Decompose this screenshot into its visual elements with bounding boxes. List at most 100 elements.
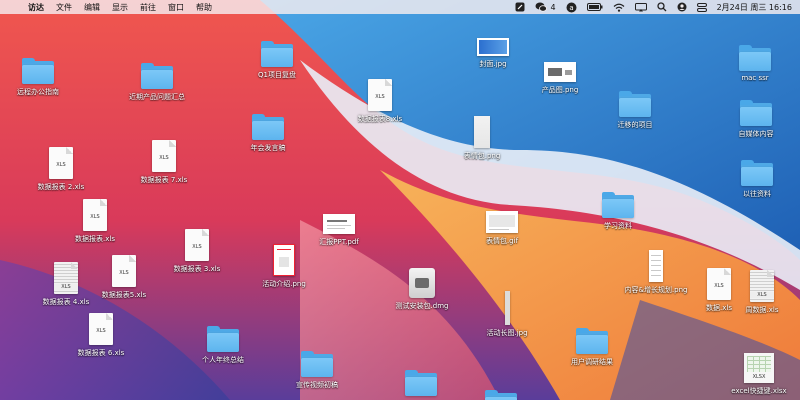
control-center-icon[interactable] xyxy=(696,0,707,14)
folder-icon xyxy=(22,58,54,84)
desktop-item-label: 周数据.xls xyxy=(745,306,779,314)
desktop-item-label: 近期产品问题汇总 xyxy=(129,93,185,101)
wechat-icon[interactable]: 4 xyxy=(535,0,556,14)
desktop-item-label: 以往资料 xyxy=(743,190,771,198)
desktop-item-label: 数据报表 6.xls xyxy=(77,349,125,357)
desktop-item-label: 封面.jpg xyxy=(479,60,507,68)
xls-file-icon: XLS xyxy=(54,262,78,294)
xls-file-icon: XLS xyxy=(750,270,774,302)
desktop-xlsx-file[interactable]: XLSX excel快捷键.xlsx xyxy=(719,349,799,396)
desktop-item-label: 自媒体内容 xyxy=(738,130,774,138)
menu-window[interactable]: 窗口 xyxy=(168,2,184,13)
desktop-item-label: 个人年终总结 xyxy=(202,356,244,364)
desktop-folder[interactable]: 迁移的项目 xyxy=(595,83,675,130)
desktop-pdf-file[interactable]: 汇报PPT.pdf xyxy=(299,200,379,247)
desktop-xls-file[interactable]: XLS 数据报表.xls xyxy=(55,197,135,244)
desktop-folder[interactable]: 远程办公指南 xyxy=(0,50,78,97)
desktop-item-label: 汇报PPT.pdf xyxy=(319,238,359,246)
wechat-count: 4 xyxy=(550,2,556,12)
menu-file[interactable]: 文件 xyxy=(56,2,72,13)
image-thumbnail-icon xyxy=(273,244,295,276)
desktop-item-label: 远程办公指南 xyxy=(17,88,59,96)
desktop-item-label: Q1项目复盘 xyxy=(258,71,296,79)
menu-finder[interactable]: 访达 xyxy=(28,2,44,13)
desktop-image-file[interactable]: 产品图.png xyxy=(520,48,600,95)
desktop-image-file[interactable]: 活动长图.jpg xyxy=(467,291,547,338)
desktop-item-label: 宣传视频初稿 xyxy=(296,381,338,389)
desktop-xls-file[interactable]: XLS 数据报表8.xls xyxy=(340,77,420,124)
pen-icon[interactable] xyxy=(515,0,525,14)
desktop-xls-file[interactable]: XLS 数据报表 2.xls xyxy=(21,145,101,192)
desktop-folder[interactable] xyxy=(381,362,461,396)
desktop-folder[interactable]: mac ssr xyxy=(715,37,795,82)
desktop-item-label: 学习资料 xyxy=(604,222,632,230)
menu-go[interactable]: 前往 xyxy=(140,2,156,13)
desktop-xls-file[interactable]: XLS 数据报表5.xls xyxy=(84,253,164,300)
desktop-folder[interactable]: 个人年终总结 xyxy=(183,318,263,365)
image-thumbnail-icon xyxy=(474,116,490,148)
xls-file-icon: XLS xyxy=(185,229,209,261)
xls-file-icon: XLS xyxy=(112,255,136,287)
image-thumbnail-icon xyxy=(649,250,663,282)
menu-edit[interactable]: 编辑 xyxy=(84,2,100,13)
desktop-item-label: 活动长图.jpg xyxy=(486,329,528,337)
menu-help[interactable]: 帮助 xyxy=(196,2,212,13)
desktop-item-label: 表情包.png xyxy=(463,152,501,160)
image-thumbnail-icon xyxy=(544,62,576,82)
menu-view[interactable]: 显示 xyxy=(112,2,128,13)
desktop-item-label: 年会发言稿 xyxy=(250,144,286,152)
folder-icon xyxy=(207,326,239,352)
desktop-dmg-file[interactable]: 测试安装包.dmg xyxy=(382,264,462,311)
desktop-folder[interactable]: 近期产品问题汇总 xyxy=(117,55,197,102)
desktop-item-label: 数据报表5.xls xyxy=(101,291,147,299)
pdf-thumbnail-icon xyxy=(323,214,355,234)
folder-icon xyxy=(301,351,333,377)
folder-icon xyxy=(252,114,284,140)
desktop-xls-file[interactable]: XLS 数据报表 6.xls xyxy=(61,311,141,358)
desktop-xls-file[interactable]: XLS 数据报表 7.xls xyxy=(124,138,204,185)
desktop-folder[interactable]: 用户调研结果 xyxy=(552,320,632,367)
desktop-folder[interactable]: 学习资料 xyxy=(578,184,658,231)
disk-image-icon xyxy=(409,268,435,298)
desktop-xls-file[interactable]: XLS 数据报表 3.xls xyxy=(157,227,237,274)
desktop-item-label: 数据报表 2.xls xyxy=(37,183,85,191)
desktop-item-label: 数据报表 3.xls xyxy=(173,265,221,273)
xls-file-icon: XLS xyxy=(368,79,392,111)
menu-bar-clock[interactable]: 2月24日 周三 16:16 xyxy=(717,2,792,13)
desktop-xls-file[interactable]: XLS 周数据.xls xyxy=(722,268,800,315)
desktop-image-file[interactable]: 表情包.png xyxy=(442,114,522,161)
desktop-folder[interactable]: 宣传视频初稿 xyxy=(277,343,357,390)
folder-icon xyxy=(740,100,772,126)
xls-file-icon: XLS xyxy=(152,140,176,172)
desktop-image-file[interactable]: 表情包.gif xyxy=(462,199,542,246)
translate-icon[interactable]: a xyxy=(566,0,577,14)
battery-icon[interactable] xyxy=(586,0,603,14)
desktop-folder[interactable] xyxy=(461,390,541,400)
wifi-icon[interactable] xyxy=(613,0,625,14)
xls-file-icon: XLS xyxy=(49,147,73,179)
user-icon[interactable] xyxy=(677,0,687,14)
desktop-folder[interactable]: 年会发言稿 xyxy=(228,106,308,153)
desktop-item-label: 表情包.gif xyxy=(485,237,519,245)
folder-icon xyxy=(485,390,517,400)
folder-icon xyxy=(739,45,771,71)
desktop-item-label: 数据报表8.xls xyxy=(357,115,403,123)
image-thumbnail-icon xyxy=(477,38,509,56)
screen-mirror-icon[interactable] xyxy=(634,0,647,14)
desktop-item-label: excel快捷键.xlsx xyxy=(731,387,787,395)
desktop-folder[interactable]: Q1项目复盘 xyxy=(237,33,317,80)
xls-file-icon: XLS xyxy=(83,199,107,231)
desktop-folder[interactable]: 以往资料 xyxy=(717,152,797,199)
menu-bar: 访达 文件 编辑 显示 前往 窗口 帮助 4 a 2月24日 周三 16:16 xyxy=(0,0,800,14)
folder-icon xyxy=(141,63,173,89)
desktop-item-label: 数据报表.xls xyxy=(75,235,115,243)
desktop-item-label: 迁移的项目 xyxy=(617,121,653,129)
image-thumbnail-icon xyxy=(486,211,518,233)
desktop-folder[interactable]: 自媒体内容 xyxy=(716,92,796,139)
folder-icon xyxy=(405,370,437,396)
menu-bar-left: 访达 文件 编辑 显示 前往 窗口 帮助 xyxy=(0,0,224,14)
xlsx-file-icon: XLSX xyxy=(744,353,774,383)
search-icon[interactable] xyxy=(656,0,667,14)
folder-icon xyxy=(576,328,608,354)
desktop-image-file[interactable]: 活动介绍.png xyxy=(244,242,324,289)
